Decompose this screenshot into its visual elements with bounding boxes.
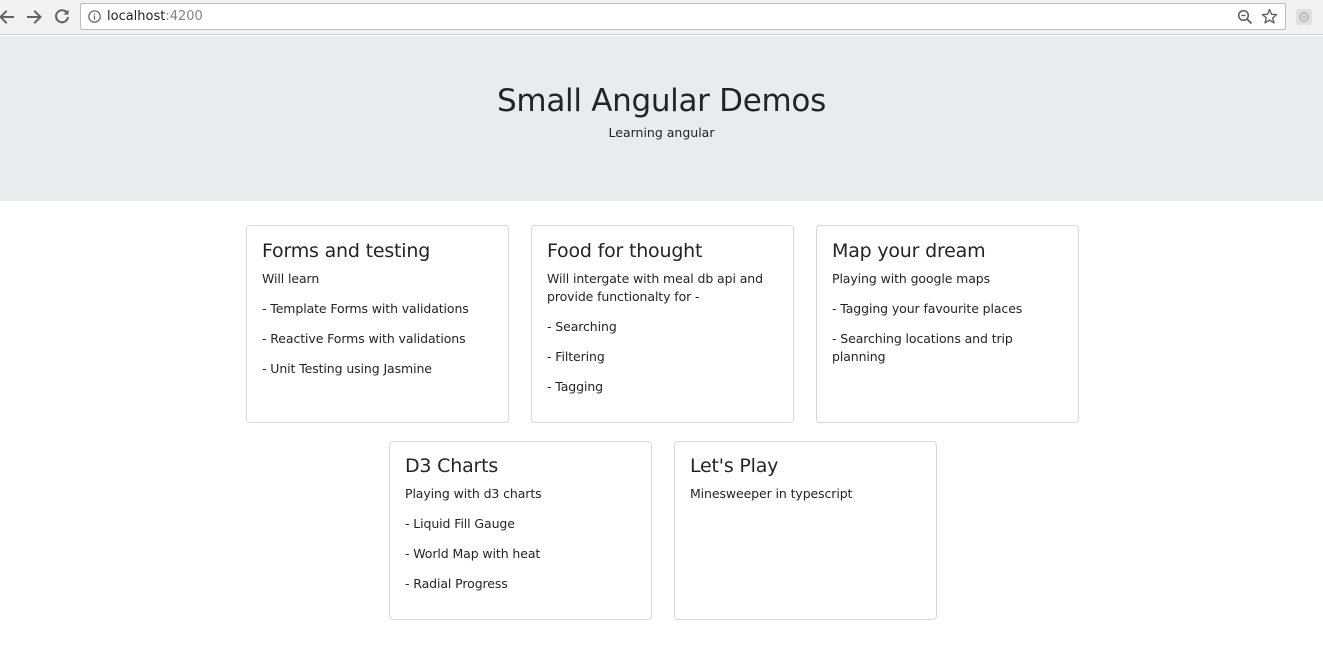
card-list-item: - Reactive Forms with validations [262, 331, 466, 346]
card-title: Map your dream [832, 240, 986, 262]
card-intro: Playing with google maps [832, 271, 991, 286]
url-port: :4200 [165, 9, 203, 24]
reload-button[interactable] [51, 6, 73, 28]
card-title: Let's Play [690, 455, 779, 477]
star-icon[interactable] [1261, 8, 1278, 25]
card-intro: Will intergate with meal db api and prov… [547, 271, 763, 304]
card-lets-play[interactable]: Let's Play Minesweeper in typescript [674, 441, 937, 620]
header-jumbotron: Small Angular Demos Learning angular [0, 36, 1323, 201]
browser-toolbar: localhost:4200 [0, 0, 1323, 35]
card-intro: Will learn [262, 271, 320, 286]
card-intro: Minesweeper in typescript [690, 486, 853, 501]
card-list-item: - Searching [547, 319, 617, 334]
info-icon[interactable] [88, 10, 101, 23]
card-list-item: - Unit Testing using Jasmine [262, 361, 432, 376]
card-list-item: - Radial Progress [405, 576, 508, 591]
forward-button[interactable] [23, 6, 45, 28]
card-list-item: - Searching locations and trip planning [832, 331, 1013, 364]
card-map-your-dream[interactable]: Map your dream Playing with google maps … [816, 225, 1079, 423]
card-forms-and-testing[interactable]: Forms and testing Will learn - Template … [246, 225, 509, 423]
card-list-item: - World Map with heat [405, 546, 541, 561]
arrow-left-icon [0, 10, 14, 24]
arrow-right-icon [27, 10, 42, 24]
reload-icon [55, 9, 69, 24]
card-list-item: - Filtering [547, 349, 605, 364]
page-subtitle: Learning angular [608, 125, 715, 140]
card-list-item: - Tagging [547, 379, 604, 394]
card-list-item: - Tagging your favourite places [832, 301, 1023, 316]
page-title: Small Angular Demos [497, 83, 826, 119]
card-d3-charts[interactable]: D3 Charts Playing with d3 charts - Liqui… [389, 441, 652, 620]
card-list-item: - Template Forms with validations [262, 301, 469, 316]
url-host: localhost [107, 9, 166, 24]
card-title: Food for thought [547, 240, 703, 262]
address-bar[interactable]: localhost:4200 [80, 3, 1286, 30]
card-title: Forms and testing [262, 240, 431, 262]
url-text[interactable]: localhost:4200 [107, 9, 203, 24]
zoom-icon[interactable] [1237, 9, 1253, 25]
card-title: D3 Charts [405, 455, 499, 477]
back-button[interactable] [0, 6, 18, 28]
card-list-item: - Liquid Fill Gauge [405, 516, 515, 531]
card-intro: Playing with d3 charts [405, 486, 542, 501]
card-food-for-thought[interactable]: Food for thought Will intergate with mea… [531, 225, 794, 423]
extension-icon[interactable] [1294, 7, 1314, 27]
